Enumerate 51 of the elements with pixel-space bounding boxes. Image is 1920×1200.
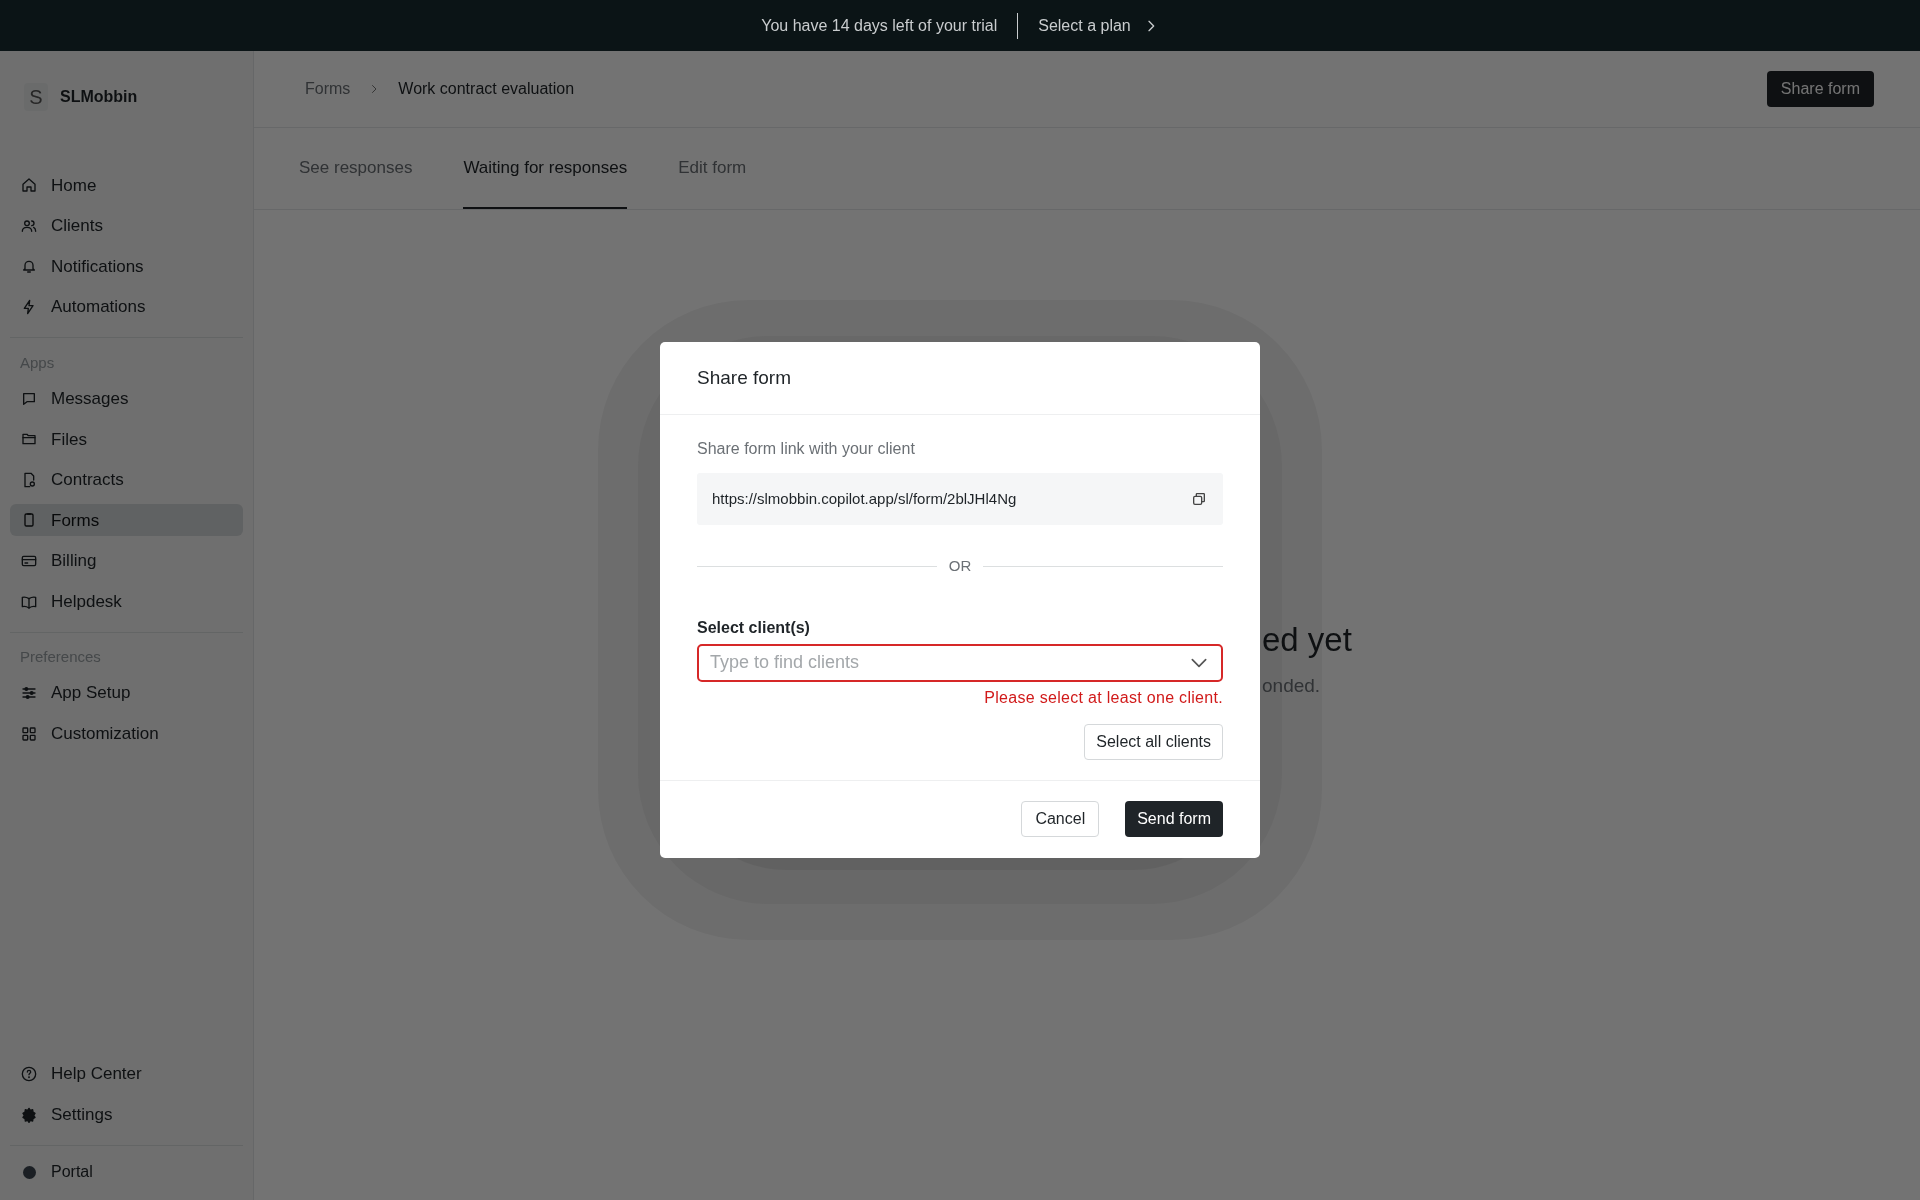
clipboard-icon [21, 512, 37, 529]
nav-item[interactable]: Clients [10, 209, 243, 242]
nav-item[interactable]: Helpdesk [10, 585, 243, 618]
divider-label: OR [948, 556, 972, 576]
nav-item[interactable]: Forms [10, 504, 243, 537]
nav-item[interactable]: Contracts [10, 463, 243, 496]
breadcrumb-link[interactable]: Forms [305, 77, 351, 101]
grid-icon [21, 725, 37, 742]
tab[interactable]: Waiting for responses [463, 128, 628, 209]
link-label: Share form link with your client [697, 439, 916, 459]
field-label: Select client(s) [697, 617, 811, 638]
empty-state-title: ed yet [1262, 620, 1352, 660]
help-icon [21, 1066, 37, 1083]
portal-link[interactable]: Portal [10, 1156, 243, 1188]
nav-item[interactable]: Billing [10, 545, 243, 578]
sliders-icon [21, 685, 37, 702]
settings-icon [21, 1106, 37, 1123]
share-form-button[interactable]: Share form [1766, 71, 1874, 107]
dialog-title: Share form [697, 365, 791, 390]
nav-item[interactable]: Messages [10, 382, 243, 415]
send-form-button[interactable]: Send form [1125, 800, 1223, 837]
document-icon [21, 471, 37, 488]
breadcrumb-link[interactable]: Work contract evaluation [398, 77, 575, 101]
copy-icon [1191, 491, 1207, 507]
brand-logo: S [24, 83, 48, 111]
nav-item[interactable]: Home [10, 169, 243, 202]
nav-item[interactable]: Notifications [10, 250, 243, 283]
empty-state-text: onded. [1262, 674, 1321, 698]
nav-item[interactable]: App Setup [10, 677, 243, 710]
cancel-button[interactable]: Cancel [1021, 800, 1100, 837]
message-icon [21, 390, 37, 407]
error-message: Please select at least one client. [984, 687, 1223, 708]
client-select-field[interactable]: Type to find clients [697, 643, 1223, 682]
book-icon [21, 593, 37, 610]
people-icon [21, 217, 37, 234]
nav-item[interactable]: Customization [10, 717, 243, 750]
tab[interactable]: See responses [299, 128, 413, 209]
nav-item[interactable]: Help Center [10, 1058, 243, 1091]
tab[interactable]: Edit form [678, 128, 747, 209]
lightning-icon [21, 299, 37, 316]
nav-item[interactable]: Settings [10, 1098, 243, 1131]
brand-name: SLMobbin [60, 87, 138, 107]
select-plan-link[interactable]: Select a plan [1038, 13, 1159, 38]
select-all-button[interactable]: Select all clients [1084, 723, 1223, 760]
copy-button[interactable] [1190, 490, 1208, 508]
home-icon [21, 177, 37, 194]
nav-item[interactable]: Files [10, 423, 243, 456]
nav-item[interactable]: Automations [10, 291, 243, 324]
url-text: https://slmobbin.copilot.app/sl/form/2blJHl4Ng [712, 488, 1017, 509]
bell-icon [21, 258, 37, 275]
trial-notice: You have 14 days left of your trial [761, 15, 998, 36]
